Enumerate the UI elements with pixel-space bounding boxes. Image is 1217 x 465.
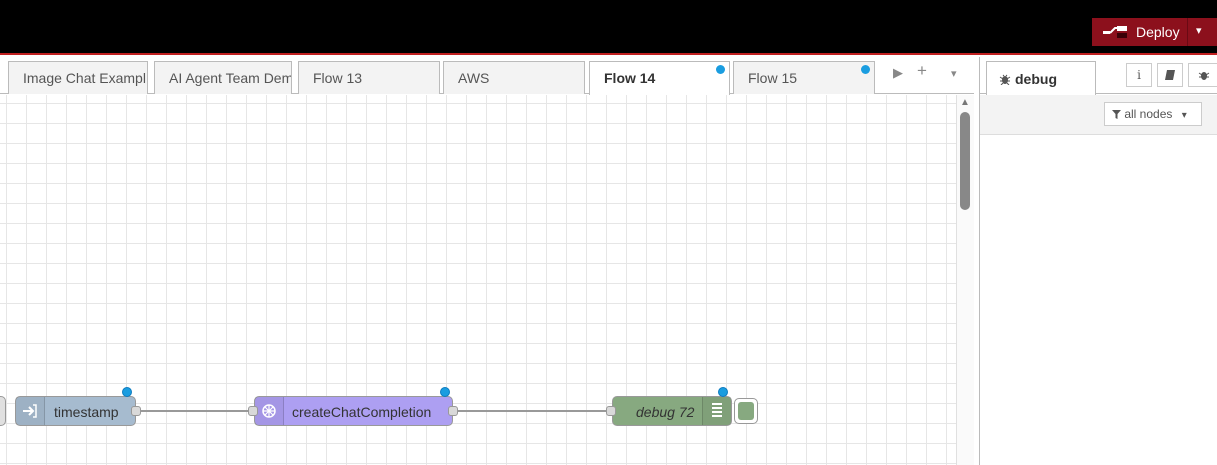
debug-toggle-button[interactable]: [734, 398, 758, 424]
filter-label: all nodes: [1124, 107, 1173, 121]
filter-icon: [1112, 110, 1121, 119]
deploy-menu-caret[interactable]: ▾: [1196, 24, 1202, 37]
node-label: createChatCompletion: [292, 404, 432, 420]
debug-toolbar: all nodes ▾: [980, 95, 1217, 135]
node-label: debug 72: [636, 404, 695, 420]
tab-image-chat-example[interactable]: Image Chat Exampl: [8, 61, 148, 94]
changed-indicator: [440, 387, 450, 397]
tab-flow-13[interactable]: Flow 13: [298, 61, 440, 94]
flow-canvas[interactable]: timestamp createChatCompletion debug 72: [0, 95, 956, 465]
sidebar-tabs: debug i: [980, 57, 1217, 95]
header-bar: Deploy ▾: [0, 0, 1217, 55]
chevron-down-icon: ▾: [1181, 110, 1187, 121]
tab-flow-14[interactable]: Flow 14: [589, 61, 730, 95]
offscreen-node[interactable]: [0, 396, 6, 426]
changed-indicator: [122, 387, 132, 397]
bug-glyph-icon: [1198, 72, 1209, 80]
output-port[interactable]: [131, 406, 141, 416]
scrollbar-thumb[interactable]: [960, 112, 970, 210]
info-icon[interactable]: i: [1126, 63, 1152, 87]
tab-label: AI Agent Team Dem: [169, 70, 292, 86]
sidebar-tab-debug[interactable]: debug: [986, 61, 1096, 95]
deploy-icon: [1103, 26, 1127, 38]
openai-icon: [262, 404, 276, 418]
openai-node-icon-box: [255, 397, 284, 425]
input-port[interactable]: [606, 406, 616, 416]
tab-flow-15[interactable]: Flow 15: [733, 61, 875, 94]
bug-icon[interactable]: [1188, 63, 1217, 87]
deploy-separator: [1187, 18, 1188, 46]
inject-node-timestamp[interactable]: timestamp: [15, 396, 136, 426]
changed-indicator: [861, 65, 870, 74]
deploy-label: Deploy: [1136, 24, 1180, 40]
tab-menu-icon[interactable]: ▾: [951, 67, 957, 80]
deploy-button[interactable]: Deploy ▾: [1092, 18, 1217, 46]
add-tab-icon[interactable]: +: [917, 61, 927, 81]
arrow-in-icon: [23, 404, 37, 418]
openai-node-createchatcompletion[interactable]: createChatCompletion: [254, 396, 453, 426]
wire[interactable]: [140, 410, 252, 412]
changed-indicator: [716, 65, 725, 74]
workspace-tabs: Image Chat Exampl AI Agent Team Dem Flow…: [0, 57, 974, 95]
bug-icon: [999, 74, 1011, 86]
debug-node-debug-72[interactable]: debug 72: [612, 396, 732, 426]
output-port[interactable]: [448, 406, 458, 416]
wire[interactable]: [457, 410, 612, 412]
tab-ai-agent-team-demo[interactable]: AI Agent Team Dem: [154, 61, 292, 94]
node-label: timestamp: [54, 404, 119, 420]
canvas-vertical-scrollbar[interactable]: ▲: [956, 95, 974, 465]
tab-aws[interactable]: AWS: [443, 61, 585, 94]
sidebar-tab-label: debug: [1015, 71, 1057, 87]
tab-label: Flow 13: [313, 70, 363, 86]
book-icon[interactable]: [1157, 63, 1183, 87]
inject-node-icon-box: [16, 397, 45, 425]
scroll-up-arrow-icon[interactable]: ▲: [960, 97, 970, 108]
input-port[interactable]: [248, 406, 258, 416]
debug-node-icon-box: [702, 397, 731, 425]
tab-label: Image Chat Exampl: [23, 70, 146, 86]
info-glyph: i: [1137, 68, 1141, 82]
book-glyph-icon: [1165, 70, 1175, 80]
scroll-tabs-icon[interactable]: ▶: [893, 65, 903, 81]
tab-label: Flow 15: [748, 70, 798, 86]
sidebar: debug i all nodes ▾: [979, 57, 1217, 465]
tab-label: AWS: [458, 70, 490, 86]
tab-label: Flow 14: [604, 70, 656, 86]
debug-toggle-indicator: [738, 402, 754, 420]
list-icon: [712, 403, 722, 417]
changed-indicator: [718, 387, 728, 397]
filter-nodes-button[interactable]: all nodes ▾: [1104, 102, 1202, 126]
